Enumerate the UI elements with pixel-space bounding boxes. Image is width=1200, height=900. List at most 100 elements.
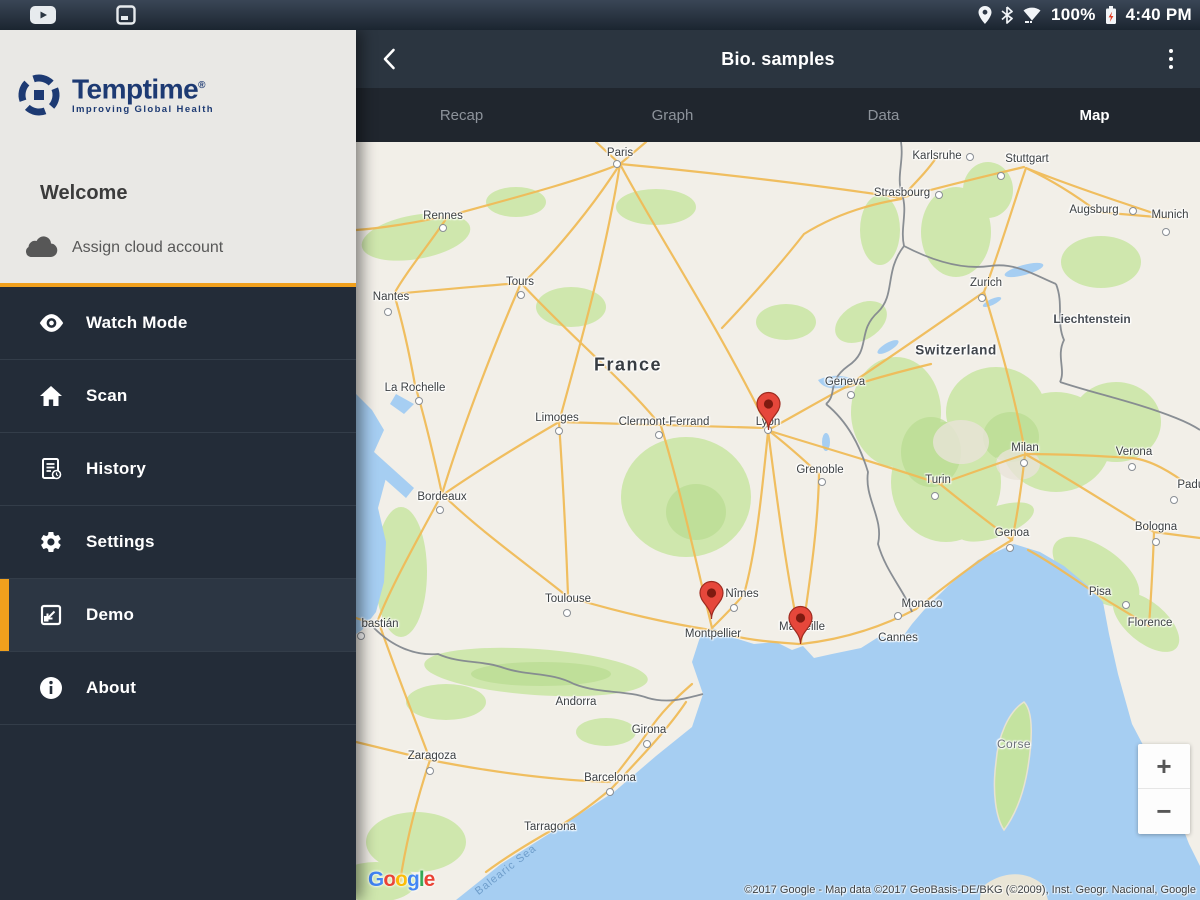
bluetooth-icon [1001, 6, 1013, 24]
wifi-icon [1022, 6, 1042, 24]
city-dot-padua [1170, 496, 1178, 504]
zoom-in-button[interactable]: + [1138, 744, 1190, 789]
map-label-corse: Corse [996, 737, 1032, 751]
city-dot-bologna [1152, 538, 1160, 546]
city-dot-girona [643, 740, 651, 748]
page-title: Bio. samples [721, 48, 835, 69]
map-label-n-mes: Nîmes [725, 588, 759, 600]
brand-name: Temptime® [72, 73, 206, 105]
city-dot-barcelona [606, 788, 614, 796]
zoom-out-button[interactable]: − [1138, 789, 1190, 834]
map-label-toulouse: Toulouse [544, 593, 592, 605]
sidebar-item-settings[interactable]: Settings [0, 506, 356, 579]
youtube-icon [30, 6, 56, 24]
status-bar: 100% 4:40 PM [0, 0, 1200, 30]
city-dot-pisa [1122, 601, 1130, 609]
map-label-padua: Padua [1177, 479, 1200, 491]
map-label-nantes: Nantes [372, 291, 410, 303]
tab-data[interactable]: Data [778, 88, 989, 142]
map-label-basti-n: bastián [361, 618, 399, 630]
map-label-florence: Florence [1127, 617, 1173, 629]
city-dot-paris [613, 160, 621, 168]
sidebar-item-label: Demo [86, 605, 135, 624]
map-label-milan: Milan [1011, 442, 1039, 454]
tab-recap[interactable]: Recap [356, 88, 567, 142]
map-label-rennes: Rennes [423, 210, 463, 222]
map-label-switzerland: Switzerland [915, 342, 997, 358]
map-label-bologna: Bologna [1134, 521, 1178, 533]
map-canvas[interactable]: Paris Rennes Nantes Tours La Rochelle Limoges… [356, 142, 1200, 900]
map-zoom-control: + − [1138, 744, 1190, 834]
map-label-balearic-sea: Balearic Sea [473, 842, 539, 898]
city-dot-clermont-ferrand [655, 431, 663, 439]
sidebar-item-about[interactable]: About [0, 652, 356, 725]
city-dot-strasbourg [935, 191, 943, 199]
welcome-heading: Welcome [40, 182, 128, 204]
city-dot-la-rochelle [415, 397, 423, 405]
city-dot-rennes [439, 224, 447, 232]
map-label-limoges: Limoges [535, 412, 579, 424]
info-icon [36, 676, 66, 700]
map-label-zurich: Zurich [970, 277, 1002, 289]
brand-tagline: Improving Global Health [72, 104, 214, 116]
map-label-strasbourg: Strasbourg [873, 187, 931, 199]
city-dot-basti-n [357, 632, 365, 640]
city-dot-zurich [978, 294, 986, 302]
sidebar-item-label: History [86, 459, 146, 478]
map-pin-montpellier[interactable] [698, 580, 725, 620]
main-content: Bio. samples Recap Graph Data Map Paris … [356, 30, 1200, 900]
sidebar-item-demo[interactable]: Demo [0, 579, 356, 652]
city-dot-grenoble [818, 478, 826, 486]
city-dot-stuttgart [997, 172, 1005, 180]
sidebar-item-history[interactable]: History [0, 433, 356, 506]
city-dot-n-mes [730, 604, 738, 612]
app-screen: 100% 4:40 PM Temptime® Improving Global … [0, 0, 1200, 900]
city-dot-milan [1020, 459, 1028, 467]
map-label-pisa: Pisa [1088, 586, 1112, 598]
map-label-tarragona: Tarragona [524, 821, 576, 833]
history-icon [36, 457, 66, 481]
sidebar-item-label: Watch Mode [86, 313, 188, 332]
map-pin-marseille[interactable] [787, 605, 814, 645]
assign-cloud-account[interactable]: Assign cloud account [22, 233, 223, 262]
map-attribution: ©2017 Google - Map data ©2017 GeoBasis-D… [744, 884, 1196, 896]
map-label-clermont-ferrand: Clermont-Ferrand [618, 416, 710, 428]
city-dot-augsburg [1129, 207, 1137, 215]
city-dot-nantes [384, 308, 392, 316]
map-label-zaragoza: Zaragoza [407, 750, 457, 762]
city-dot-monaco [894, 612, 902, 620]
map-label-grenoble: Grenoble [796, 464, 844, 476]
map-label-barcelona: Barcelona [584, 772, 636, 784]
sidebar-item-label: Settings [86, 532, 155, 551]
location-icon [978, 6, 992, 24]
temptime-logo-icon [18, 74, 60, 116]
map-label-genoa: Genoa [994, 527, 1030, 539]
sidebar-item-label: About [86, 678, 137, 697]
overflow-menu-button[interactable] [1156, 44, 1186, 74]
tab-map[interactable]: Map [989, 88, 1200, 142]
city-dot-verona [1128, 463, 1136, 471]
cloud-icon [22, 233, 58, 262]
map-label-monaco: Monaco [901, 598, 943, 610]
eye-icon [36, 313, 66, 333]
city-dot-genoa [1006, 544, 1014, 552]
map-label-karlsruhe: Karlsruhe [912, 150, 962, 162]
map-pin-lyon[interactable] [755, 391, 782, 431]
map-label-turin: Turin [925, 474, 951, 486]
battery-percent: 100% [1050, 5, 1096, 24]
sidebar-item-label: Scan [86, 386, 128, 405]
map-label-tours: Tours [505, 276, 535, 288]
city-dot-geneva [847, 391, 855, 399]
city-dot-tours [517, 291, 525, 299]
map-label-france: France [593, 354, 663, 375]
tab-graph[interactable]: Graph [567, 88, 778, 142]
tab-bar: Recap Graph Data Map [356, 88, 1200, 142]
drawer-menu: Watch Mode Scan History Settings Demo About [0, 283, 356, 725]
map-label-la-rochelle: La Rochelle [384, 382, 446, 394]
home-icon [36, 385, 66, 407]
gear-icon [36, 530, 66, 554]
temptime-logo: Temptime® Improving Global Health [16, 72, 214, 118]
sidebar-item-scan[interactable]: Scan [0, 360, 356, 433]
sidebar-item-watch-mode[interactable]: Watch Mode [0, 287, 356, 360]
google-logo: Google [368, 868, 435, 891]
